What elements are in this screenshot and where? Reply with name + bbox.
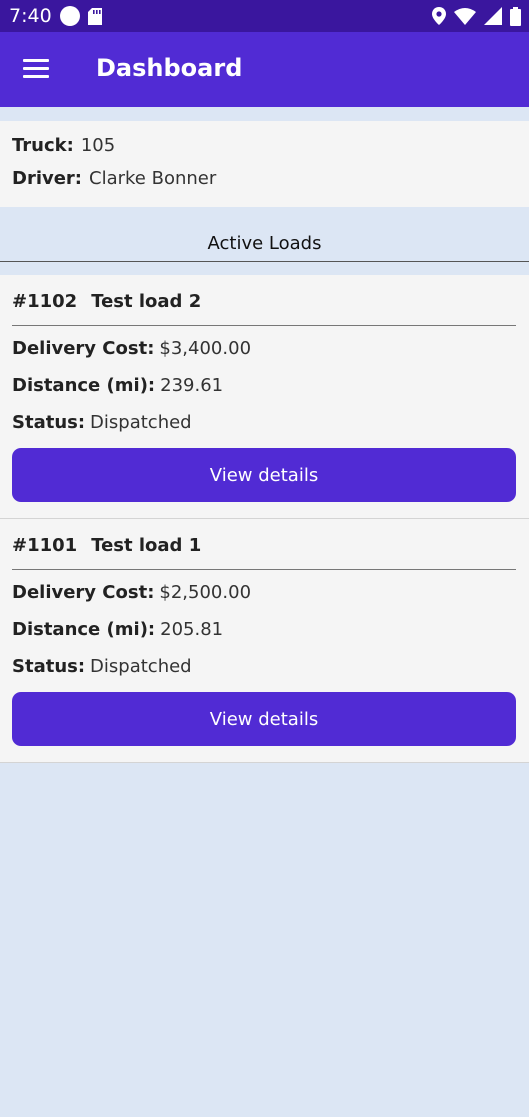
view-details-button[interactable]: View details bbox=[12, 692, 516, 746]
hamburger-menu-icon[interactable] bbox=[23, 59, 49, 79]
status-value: Dispatched bbox=[90, 656, 192, 677]
truck-info-card: Truck: 105 Driver: Clarke Bonner bbox=[0, 121, 529, 207]
signal-icon bbox=[484, 7, 502, 25]
wifi-icon bbox=[454, 8, 476, 25]
sd-card-icon bbox=[87, 7, 102, 25]
delivery-cost-value: $2,500.00 bbox=[159, 582, 252, 603]
distance-label: Distance (mi): bbox=[12, 619, 156, 640]
delivery-cost-row: Delivery Cost: $2,500.00 bbox=[12, 582, 251, 619]
delivery-cost-value: $3,400.00 bbox=[159, 338, 252, 359]
distance-value: 239.61 bbox=[160, 375, 224, 396]
load-name: Test load 2 bbox=[91, 291, 202, 312]
load-header: #1101 Test load 1 bbox=[12, 535, 201, 556]
distance-row: Distance (mi): 205.81 bbox=[12, 619, 251, 656]
page-title: Dashboard bbox=[96, 54, 243, 82]
view-details-button[interactable]: View details bbox=[12, 448, 516, 502]
section-title: Active Loads bbox=[207, 233, 322, 254]
delivery-cost-label: Delivery Cost: bbox=[12, 338, 155, 359]
status-value: Dispatched bbox=[90, 412, 192, 433]
distance-value: 205.81 bbox=[160, 619, 224, 640]
battery-icon bbox=[510, 6, 521, 26]
load-number: #1101 bbox=[12, 535, 78, 556]
load-divider bbox=[12, 325, 516, 326]
circle-icon bbox=[59, 6, 80, 26]
load-card: #1101 Test load 1 Delivery Cost: $2,500.… bbox=[0, 519, 529, 763]
status-row: Status: Dispatched bbox=[12, 412, 251, 449]
location-icon bbox=[432, 7, 446, 25]
driver-label: Driver: bbox=[12, 168, 83, 189]
truck-row: Truck: 105 bbox=[12, 135, 517, 168]
distance-label: Distance (mi): bbox=[12, 375, 156, 396]
truck-value: 105 bbox=[80, 135, 116, 156]
driver-value: Clarke Bonner bbox=[89, 168, 217, 189]
load-card: #1102 Test load 2 Delivery Cost: $3,400.… bbox=[0, 275, 529, 519]
section-divider bbox=[0, 261, 529, 262]
load-divider bbox=[12, 569, 516, 570]
delivery-cost-row: Delivery Cost: $3,400.00 bbox=[12, 338, 251, 375]
distance-row: Distance (mi): 239.61 bbox=[12, 375, 251, 412]
load-header: #1102 Test load 2 bbox=[12, 291, 201, 312]
driver-row: Driver: Clarke Bonner bbox=[12, 168, 517, 201]
load-number: #1102 bbox=[12, 291, 78, 312]
status-bar: 7:40 bbox=[0, 0, 529, 32]
truck-label: Truck: bbox=[12, 135, 74, 156]
status-row: Status: Dispatched bbox=[12, 656, 251, 693]
app-bar: Dashboard bbox=[0, 32, 529, 107]
status-label: Status: bbox=[12, 656, 86, 677]
delivery-cost-label: Delivery Cost: bbox=[12, 582, 155, 603]
load-name: Test load 1 bbox=[91, 535, 202, 556]
status-label: Status: bbox=[12, 412, 86, 433]
status-time: 7:40 bbox=[9, 5, 52, 27]
